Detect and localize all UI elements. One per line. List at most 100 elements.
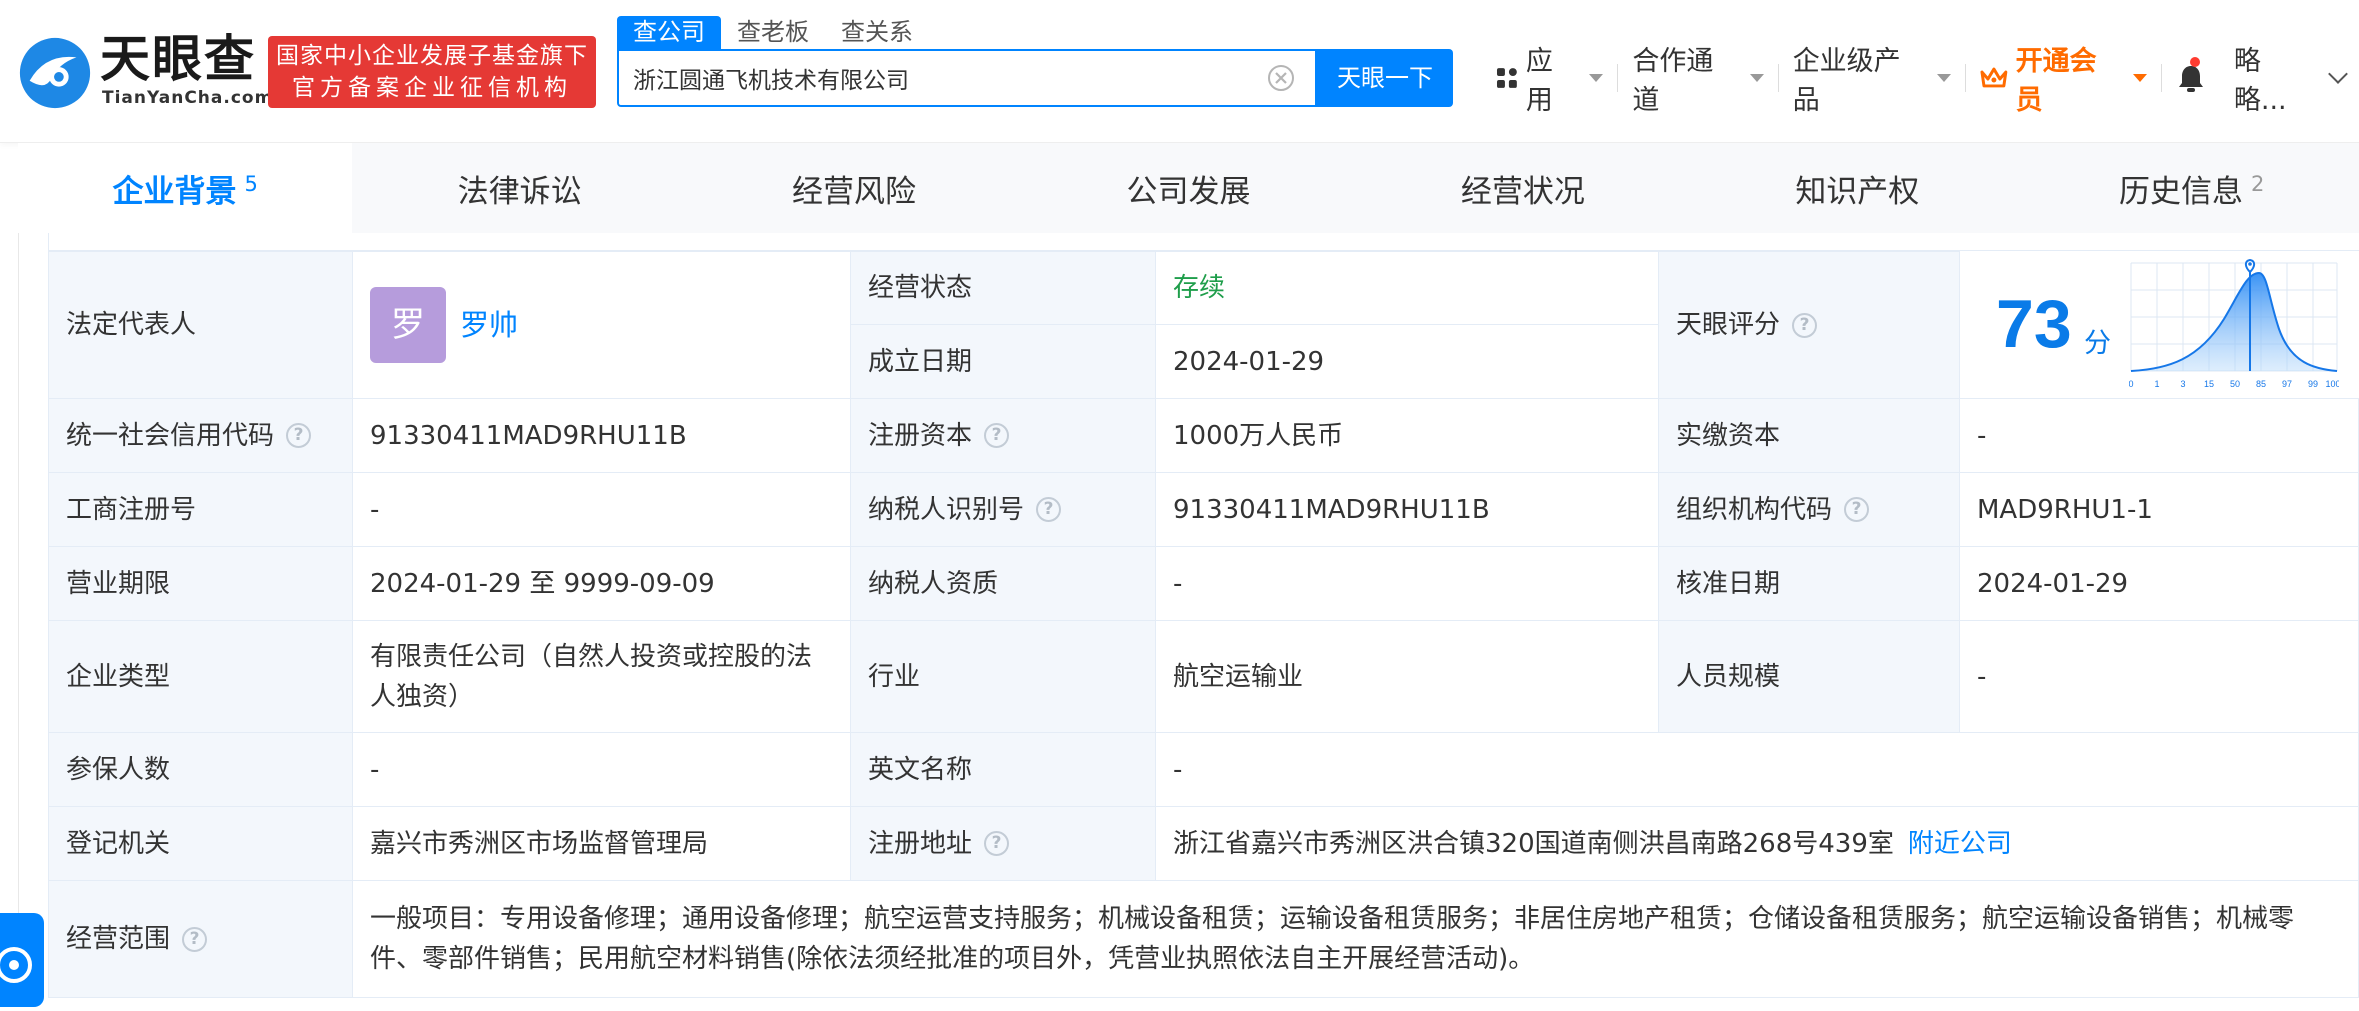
label-text: 经营状态 (868, 273, 973, 303)
bell-curve-area (2131, 273, 2337, 371)
scope-label: 经营范围 ? (48, 881, 353, 998)
tab-label: 法律诉讼 (457, 173, 582, 210)
question-icon[interactable]: ? (286, 423, 312, 448)
value-text: - (370, 494, 380, 525)
search-box (617, 49, 1317, 107)
reg-capital-label: 注册资本 ? (851, 399, 1156, 473)
tab-count: 2 (2251, 172, 2265, 196)
nav-vip-label: 开通会员 (2015, 46, 2097, 116)
value-text: 91330411MAD9RHU11B (1173, 494, 1490, 525)
tick-label: 97 (2282, 379, 2292, 389)
address-label: 注册地址 ? (851, 807, 1156, 881)
search-tab-relation[interactable]: 查关系 (825, 16, 929, 49)
type-value: 有限责任公司（自然人投资或控股的法人独资） (353, 621, 851, 733)
industry-label: 行业 (851, 621, 1156, 733)
term-label: 营业期限 (48, 547, 353, 621)
brand-domain: TianYanCha.com (102, 88, 274, 108)
brand-name: 天眼查 (100, 30, 256, 88)
biz-reg-no-label: 工商注册号 (48, 473, 353, 547)
taxpayer-qual-label: 纳税人资质 (851, 547, 1156, 621)
user-menu[interactable]: 略略... (2220, 46, 2359, 116)
chat-widget[interactable] (0, 913, 44, 1007)
location-pin-icon (2244, 259, 2256, 274)
label-text: 成立日期 (868, 346, 973, 377)
question-icon[interactable]: ? (984, 423, 1010, 448)
tab-background[interactable]: 企业背景 5 (18, 143, 353, 233)
founded-value: 2024-01-29 (1156, 325, 1659, 399)
question-icon[interactable]: ? (1844, 497, 1870, 522)
score-unit: 分 (2084, 328, 2111, 359)
score-panel[interactable]: 73 分 0 1 3 15 50 85 97 99 100 (1960, 251, 2359, 399)
nav-apps-label: 应用 (1525, 46, 1553, 116)
nav-partner[interactable]: 合作通道 (1618, 46, 1777, 116)
registrar-value: 嘉兴市秀洲区市场监督管理局 (353, 807, 851, 881)
value-text: - (370, 754, 380, 785)
tick-label: 50 (2230, 379, 2240, 389)
label-text: 统一社会信用代码 (66, 420, 275, 451)
staff-size-value: - (1960, 621, 2359, 733)
tab-label: 公司发展 (1126, 173, 1251, 210)
reg-capital-value: 1000万人民币 (1156, 399, 1659, 473)
tick-label: 100 (2325, 379, 2339, 389)
clear-icon[interactable] (1267, 64, 1295, 92)
tab-count: 5 (244, 172, 258, 196)
tab-history[interactable]: 历史信息 2 (2025, 143, 2359, 233)
badge-line-1: 国家中小企业发展子基金旗下 (276, 43, 588, 69)
score-distribution-chart: 0 1 3 15 50 85 97 99 100 (2129, 259, 2339, 389)
credit-code-label: 统一社会信用代码 ? (48, 399, 353, 473)
site-logo[interactable]: 天眼查 TianYanCha.com (16, 30, 272, 112)
tick-label: 85 (2256, 379, 2266, 389)
nav-vip[interactable]: 开通会员 (1966, 46, 2161, 116)
tab-ip[interactable]: 知识产权 (1690, 143, 2024, 233)
search-tab-boss[interactable]: 查老板 (721, 16, 825, 49)
legal-rep-name[interactable]: 罗帅 (460, 305, 518, 345)
founded-label: 成立日期 (851, 325, 1156, 399)
avatar[interactable]: 罗 (370, 287, 446, 363)
approval-date-label: 核准日期 (1659, 547, 1960, 621)
chat-icon (0, 947, 32, 983)
status-badge: 存续 (1173, 273, 1226, 303)
question-icon[interactable]: ? (984, 831, 1010, 856)
credit-code-value: 91330411MAD9RHU11B (353, 399, 851, 473)
nav-enterprise[interactable]: 企业级产品 (1779, 46, 1965, 116)
scope-value: 一般项目：专用设备修理；通用设备修理；航空运营支持服务；机械设备租赁；运输设备租… (353, 881, 2359, 998)
search-button[interactable]: 天眼一下 (1317, 49, 1453, 107)
nav-apps[interactable]: 应用 (1482, 46, 1617, 116)
top-nav: 应用 合作通道 企业级产品 开通会员 略略... (1482, 46, 2359, 116)
score-axis: 0 1 3 15 50 85 97 99 100 (2129, 379, 2339, 389)
taxpayer-qual-value: - (1156, 547, 1659, 621)
search-input[interactable] (633, 51, 1253, 105)
value-text: 航空运输业 (1173, 661, 1304, 692)
value-text: 一般项目：专用设备修理；通用设备修理；航空运营支持服务；机械设备租赁；运输设备租… (370, 904, 2295, 974)
question-icon[interactable]: ? (182, 926, 208, 952)
legal-rep-cell[interactable]: 罗 罗帅 (353, 251, 851, 399)
chevron-down-icon (1589, 74, 1604, 82)
address-value: 浙江省嘉兴市秀洲区洪合镇320国道南侧洪昌南路268号439室 附近公司 (1156, 807, 2359, 881)
value-text: - (1173, 568, 1183, 599)
notifications[interactable] (2162, 55, 2220, 101)
tab-litigation[interactable]: 法律诉讼 (352, 143, 686, 233)
english-name-value: - (1156, 733, 2359, 807)
question-icon[interactable]: ? (1036, 497, 1062, 522)
value-text: - (1977, 420, 1987, 451)
tab-development[interactable]: 公司发展 (1021, 143, 1355, 233)
tab-operations[interactable]: 经营状况 (1356, 143, 1690, 233)
type-label: 企业类型 (48, 621, 353, 733)
question-icon[interactable]: ? (1792, 312, 1818, 338)
search-tab-company[interactable]: 查公司 (617, 16, 721, 49)
paid-capital-value: - (1960, 399, 2359, 473)
score-label: 天眼评分 ? (1659, 251, 1960, 399)
chevron-down-icon (2132, 74, 2147, 82)
tab-label: 知识产权 (1795, 173, 1920, 210)
label-text: 组织机构代码 (1676, 494, 1833, 525)
top-header: 天眼查 TianYanCha.com 国家中小企业发展子基金旗下 官方备案企业征… (0, 0, 2359, 143)
label-text: 天眼评分 (1676, 310, 1781, 340)
org-code-label: 组织机构代码 ? (1659, 473, 1960, 547)
crown-icon (1980, 67, 2008, 88)
value-text: 2024-01-29 (1977, 568, 2129, 599)
chevron-down-icon (1749, 74, 1764, 82)
nearby-companies-link[interactable]: 附近公司 (1908, 824, 2012, 864)
tab-risk[interactable]: 经营风险 (687, 143, 1021, 233)
unread-dot (2189, 57, 2200, 67)
chevron-down-icon (2328, 64, 2348, 84)
